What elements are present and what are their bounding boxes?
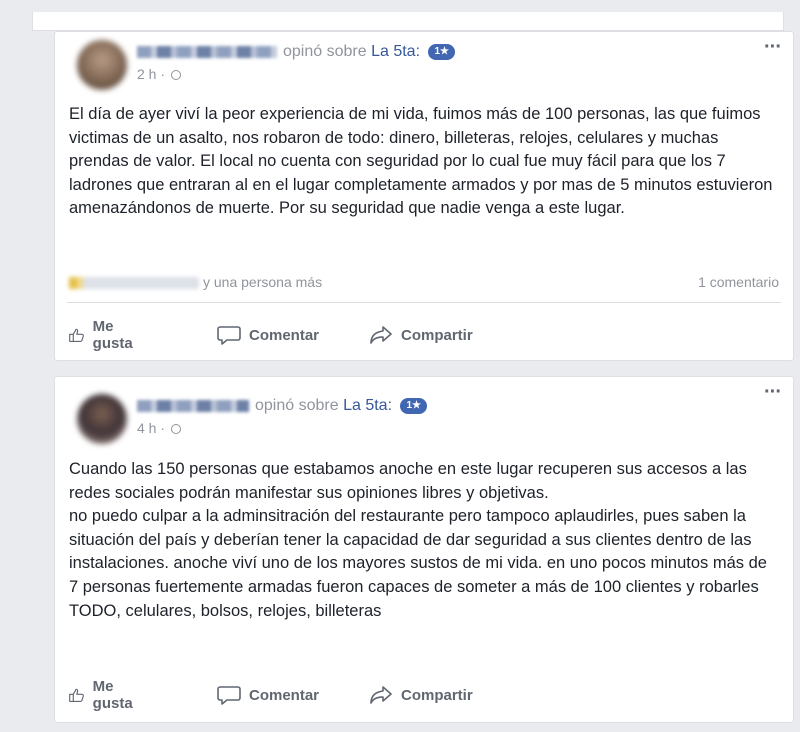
author-name-blurred[interactable] <box>137 45 277 58</box>
previous-post-bottom <box>32 12 784 31</box>
review-post: opinó sobre La 5ta: 1★ 2 h · ··· El día … <box>54 31 794 361</box>
share-icon <box>370 326 392 344</box>
avatar[interactable] <box>77 394 127 444</box>
like-button[interactable]: Me gusta <box>69 678 139 712</box>
more-icon[interactable]: ··· <box>764 382 782 402</box>
post-text: El día de ayer viví la peor experiencia … <box>69 105 773 218</box>
share-label: Compartir <box>401 326 473 344</box>
more-icon[interactable]: ··· <box>764 37 782 57</box>
comment-button[interactable]: Comentar <box>217 678 319 712</box>
share-label: Compartir <box>401 686 473 704</box>
share-icon <box>370 686 392 704</box>
review-post: opinó sobre La 5ta: 1★ 4 h · ··· Cuando … <box>54 376 794 723</box>
page-link[interactable]: La 5ta: <box>371 43 420 60</box>
comment-icon <box>217 686 241 705</box>
globe-icon <box>170 424 181 435</box>
post-timestamp[interactable]: 2 h · <box>137 66 165 82</box>
share-button[interactable]: Compartir <box>369 318 473 352</box>
comment-label: Comentar <box>249 686 320 704</box>
post-header: opinó sobre La 5ta: 1★ 4 h · <box>137 396 427 440</box>
post-verb: opinó sobre <box>283 43 367 60</box>
post-timestamp[interactable]: 4 h · <box>137 420 165 436</box>
comment-button[interactable]: Comentar <box>217 318 319 352</box>
like-label: Me gusta <box>92 318 133 352</box>
post-header: opinó sobre La 5ta: 1★ 2 h · <box>137 42 455 86</box>
page-link[interactable]: La 5ta: <box>343 397 392 414</box>
reactions-row: y una persona más 1 comentario <box>69 274 779 294</box>
comments-count[interactable]: 1 comentario <box>698 274 779 290</box>
post-text: Cuando las 150 personas que estabamos an… <box>69 458 779 623</box>
post-text-paragraph: Cuando las 150 personas que estabamos an… <box>69 460 747 502</box>
rating-badge: 1★ <box>428 43 455 60</box>
reaction-names-blurred[interactable] <box>69 277 199 290</box>
like-button[interactable]: Me gusta <box>69 318 139 352</box>
post-verb: opinó sobre <box>255 397 339 414</box>
avatar[interactable] <box>77 40 127 90</box>
author-name-blurred[interactable] <box>137 399 249 412</box>
like-icon <box>69 328 84 342</box>
rating-badge: 1★ <box>400 397 427 414</box>
comment-icon <box>217 326 241 345</box>
like-label: Me gusta <box>92 678 133 712</box>
reactions-summary[interactable]: y una persona más <box>203 274 322 290</box>
like-icon <box>69 688 84 702</box>
divider <box>67 302 781 303</box>
comment-label: Comentar <box>249 326 320 344</box>
globe-icon <box>170 70 181 81</box>
share-button[interactable]: Compartir <box>369 678 473 712</box>
post-text-paragraph: no puedo culpar a la adminsitración del … <box>69 507 767 620</box>
